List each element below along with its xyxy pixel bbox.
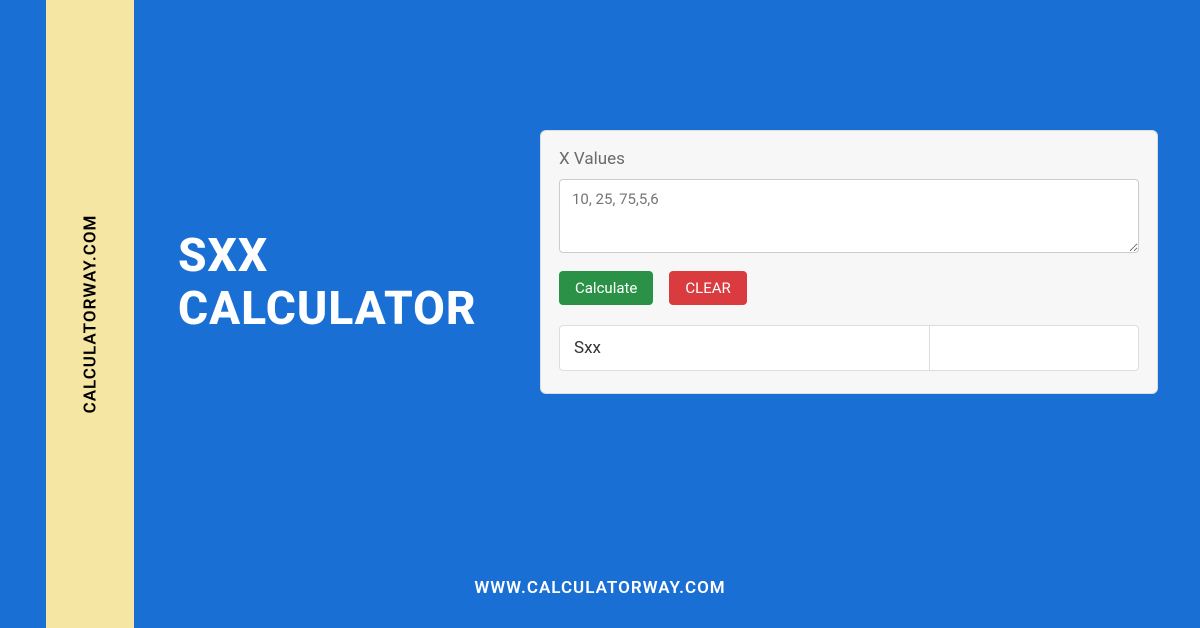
x-values-label: X Values (559, 149, 1139, 169)
page-title-line2: CALCULATOR (178, 283, 477, 336)
brand-vertical-band: CALCULATORWAY.COM (46, 0, 134, 628)
calculate-button[interactable]: Calculate (559, 271, 653, 305)
footer-url: WWW.CALCULATORWAY.COM (0, 578, 1200, 598)
result-value (930, 326, 1138, 370)
calculator-panel: X Values Calculate CLEAR Sxx (540, 130, 1158, 394)
page-title: SXX CALCULATOR (178, 230, 477, 336)
x-values-input[interactable] (559, 179, 1139, 253)
brand-vertical-text: CALCULATORWAY.COM (80, 215, 100, 414)
clear-button[interactable]: CLEAR (669, 271, 746, 305)
result-table: Sxx (559, 325, 1139, 371)
button-row: Calculate CLEAR (559, 271, 1139, 305)
page-title-line1: SXX (178, 230, 477, 283)
result-label: Sxx (560, 326, 930, 370)
